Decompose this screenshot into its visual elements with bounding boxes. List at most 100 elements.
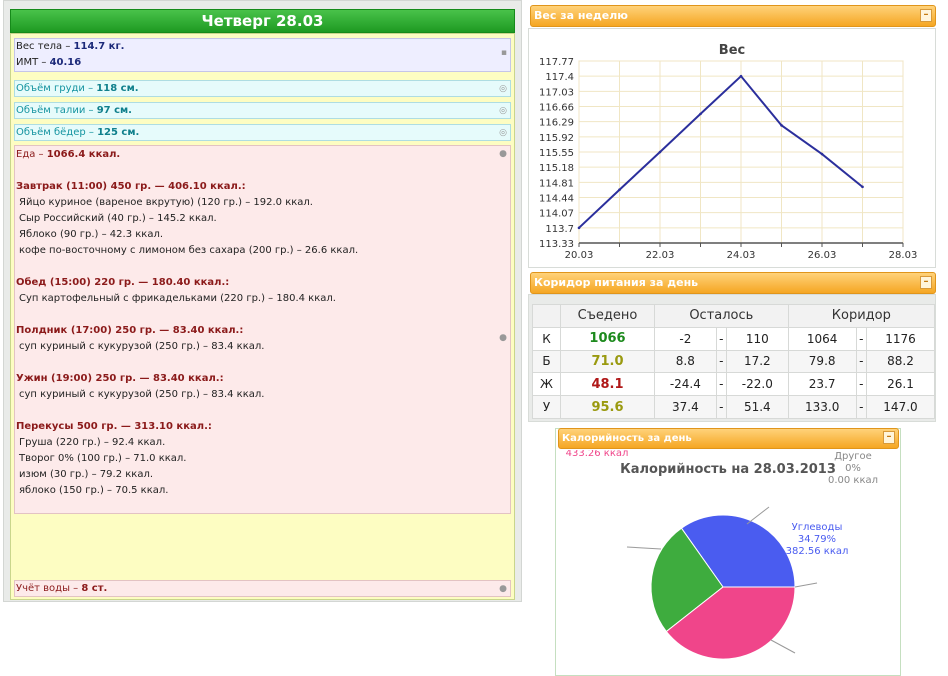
slice-label-text: Другое [834,451,872,462]
meal-title: Перекусы 500 гр. — 313.10 ккал.: [16,421,212,432]
remaining-to: -22.0 [725,372,789,397]
header-corridor: Коридор [787,304,936,328]
food-box[interactable]: Еда – 1066.4 ккал. Завтрак (11:00) 450 г… [14,145,511,514]
y-tick-label: 115.18 [539,163,574,174]
water-label: Учёт воды – [16,583,82,594]
bmi-value: 40.16 [49,57,82,68]
day-title: Четверг 28.03 [10,9,515,33]
data-point [820,152,824,156]
header-eaten: Съедено [560,304,655,328]
dash: - [855,372,867,397]
corridor-to: 1176 [865,326,936,351]
eaten-value: 48.1 [560,372,655,397]
x-tick-label: 26.03 [808,250,837,261]
dash: - [855,395,867,419]
weight-chart: Вес 117.77117.4117.03116.66116.29115.921… [539,43,917,261]
slice-label-text: 382.56 ккал [786,546,849,557]
corridor-from: 1064 [787,326,857,351]
tape-icon: ◎ [499,84,507,94]
weight-label: Вес тела – [16,41,74,52]
data-point [739,74,743,78]
meal-item: Сыр Российский (40 гр.) – 145.2 ккал. [19,213,217,224]
meal-item: Творог 0% (100 гр.) – 71.0 ккал. [19,453,187,464]
calorie-pie-chart: Калорийность на 28.03.2013 Углеводы34.79… [566,450,878,660]
remaining-from: -24.4 [654,372,717,397]
slice-label: Жиры39.40%433.26 ккал [566,450,629,459]
corridor-to: 26.1 [865,372,936,397]
y-tick-label: 115.55 [539,148,574,159]
row-label: Б [532,349,561,374]
y-tick-label: 114.07 [539,209,574,220]
slice-label: Углеводы34.79%382.56 ккал [786,522,849,557]
bmi-label: ИМТ – [16,57,50,68]
meal-item: Суп картофельный с фрикадельками (220 гр… [19,293,336,304]
table-row: К 1066 -2-110 1064-1176 [532,326,936,351]
remaining-to: 110 [725,326,789,351]
y-tick-label: 114.81 [539,178,574,189]
weight-panel-header[interactable]: Вес за неделю – [530,5,936,27]
waist-measure[interactable]: Объём талии – 97 см. ◎ [14,102,511,119]
weight-value: 114.7 кг. [73,41,125,52]
x-tick-label: 22.03 [646,250,675,261]
weight-box[interactable]: Вес тела – 114.7 кг. ИМТ – 40.16 ▪ [14,38,511,72]
leader-line [794,582,818,588]
food-total-label: Еда – [16,149,47,160]
table-row: Ж 48.1 -24.4- -22.0 23.7-26.1 [532,372,936,397]
collapse-button[interactable]: – [920,9,932,22]
meal-item: Яйцо куриное (вареное вкрутую) (120 гр.)… [19,197,313,208]
data-point [618,188,621,192]
y-tick-label: 113.33 [539,239,574,250]
apple-icon: ● [499,149,507,159]
y-tick-label: 117.77 [539,57,574,68]
x-tick-label: 24.03 [727,250,756,261]
hips-measure[interactable]: Объём бёдер – 125 см. ◎ [14,124,511,141]
table-row: Б 71.0 8.8-17.2 79.8-88.2 [532,349,936,374]
header-remaining: Осталось [654,304,789,328]
collapse-button[interactable]: – [883,431,895,444]
collapse-button[interactable]: – [920,276,932,289]
corridor-to: 147.0 [865,395,936,419]
eaten-value: 71.0 [560,349,655,374]
slice-label-text: Углеводы [792,522,843,533]
plot-area: 117.77 117.4 117.03 116.66 116.29 115.92 115.5… [539,57,917,261]
slice-label-text: 0.00 ккал [828,475,878,486]
remaining-from: 37.4 [654,395,717,419]
remaining-to: 17.2 [725,349,789,374]
data-point [577,226,581,230]
meal-title: Полдник (17:00) 250 гр. — 83.40 ккал.: [16,325,244,336]
remaining-from: -2 [654,326,717,351]
weight-row: Вес тела – 114.7 кг. [16,39,510,55]
leader-line [626,546,662,550]
food-total-value: 1066.4 ккал. [46,149,121,160]
y-tick-label: 114.44 [539,194,574,205]
corridor-table: Съедено Осталось Коридор К 1066 -2-110 1064… [532,304,936,419]
waist-value: 97 см. [96,105,132,116]
row-label: У [532,395,561,419]
food-total: Еда – 1066.4 ккал. [16,147,358,163]
remaining-to: 51.4 [725,395,789,419]
chest-label: Объём груди – [16,83,97,94]
tape-icon: ◎ [499,128,507,138]
corridor-from: 79.8 [787,349,857,374]
chest-measure[interactable]: Объём груди – 118 см. ◎ [14,80,511,97]
eaten-value: 1066 [560,326,655,351]
meal-item: Груша (220 гр.) – 92.4 ккал. [19,437,166,448]
meal-item: суп куриный с кукурузой (250 гр.) – 83.4… [19,389,265,400]
hips-label: Объём бёдер – [16,127,98,138]
dash: - [715,395,727,419]
slice-label-text: 0% [845,463,861,474]
y-tick-label: 116.29 [539,118,574,129]
header-empty [532,304,561,328]
remaining-from: 8.8 [654,349,717,374]
data-point [861,185,864,189]
corridor-panel-header[interactable]: Коридор питания за день – [530,272,936,294]
hips-value: 125 см. [97,127,140,138]
meal-item: изюм (30 гр.) – 79.2 ккал. [19,469,154,480]
dash: - [855,326,867,351]
calorie-panel-header[interactable]: Калорийность за день – [558,428,899,449]
pie: Углеводы34.79%382.56 ккал Другое0%0.00 кк… [566,450,878,660]
meal-title: Обед (15:00) 220 гр. — 180.40 ккал.: [16,277,230,288]
bmi-row: ИМТ – 40.16 [16,55,510,71]
corridor-from: 23.7 [787,372,857,397]
water-box[interactable]: Учёт воды – 8 ст. ● [14,580,511,597]
